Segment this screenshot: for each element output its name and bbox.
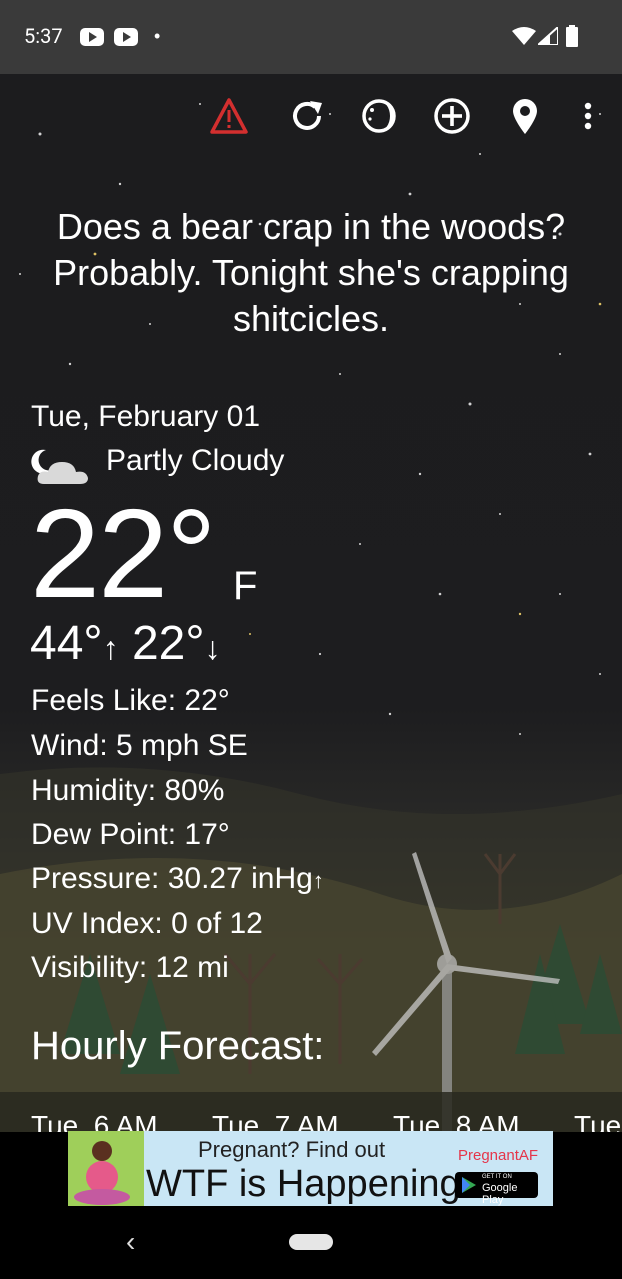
current-temperature: 22° [30,483,217,624]
ad-banner[interactable]: Pregnant? Find out PregnantAF WTF is Hap… [68,1131,553,1206]
notification-dot: • [154,26,161,46]
pressure-trend-icon: ↑ [312,868,324,893]
back-icon[interactable]: ‹ [126,1226,135,1258]
more-vert-icon[interactable] [568,96,608,136]
hourly-item-label[interactable]: Tue [574,1110,621,1132]
warning-icon[interactable] [209,96,249,136]
ad-title: WTF is Happening [146,1163,461,1205]
play-store-icon [462,1177,476,1193]
moon-phase-icon[interactable] [359,96,399,136]
weather-main[interactable]: Does a bear crap in the woods? Probably.… [0,74,622,1132]
wifi-icon [512,27,536,50]
uv-index: UV Index: 0 of 12 [31,907,263,940]
arrow-down-icon: ↓ [204,630,221,666]
status-time: 5:37 [24,24,63,48]
add-location-icon[interactable] [432,96,472,136]
high-low-temps: 44°↑ 22°↓ [30,616,221,671]
feels-like: Feels Like: 22° [31,684,230,717]
play-badge-small: GET IT ON [482,1174,512,1180]
dew-point: Dew Point: 17° [31,818,230,851]
battery-icon [566,25,578,52]
home-pill[interactable] [289,1234,333,1250]
wind: Wind: 5 mph SE [31,729,248,762]
hourly-item-label[interactable]: Tue, 7 AM [212,1110,339,1132]
temperature-unit: F [233,564,258,608]
humidity: Humidity: 80% [31,774,225,807]
location-pin-icon[interactable] [505,96,545,136]
hourly-item-label[interactable]: Tue, 6 AM [31,1110,158,1132]
hourly-item-label[interactable]: Tue, 8 AM [393,1110,520,1132]
cell-signal-icon [535,24,559,50]
pressure-row: Pressure: 30.27 inHg↑ [31,862,324,896]
play-badge-label: Google Play [482,1182,518,1206]
status-bar: 5:37 • [0,0,622,74]
low-temp: 22° [131,617,205,670]
current-condition: Partly Cloudy [106,444,285,477]
refresh-icon[interactable] [287,96,327,136]
high-temp: 44° [30,617,103,670]
youtube-icon [114,28,138,51]
pressure: Pressure: 30.27 inHg [31,862,313,895]
ad-headline: Pregnant? Find out [198,1137,386,1162]
visibility: Visibility: 12 mi [31,951,229,984]
arrow-up-icon: ↑ [102,630,119,666]
google-play-badge[interactable]: GET IT ON Google Play [455,1172,538,1206]
hourly-forecast-strip[interactable]: Tue, 6 AM Tue, 7 AM Tue, 8 AM Tue [0,1092,622,1132]
ad-image [68,1131,144,1206]
weather-quote: Does a bear crap in the woods? Probably.… [53,206,569,339]
navigation-bar: ‹ [0,1206,622,1279]
youtube-icon [80,28,104,51]
hourly-forecast-title: Hourly Forecast: [31,1024,325,1068]
ad-brand: PregnantAF [458,1147,539,1164]
current-date: Tue, February 01 [31,400,260,433]
